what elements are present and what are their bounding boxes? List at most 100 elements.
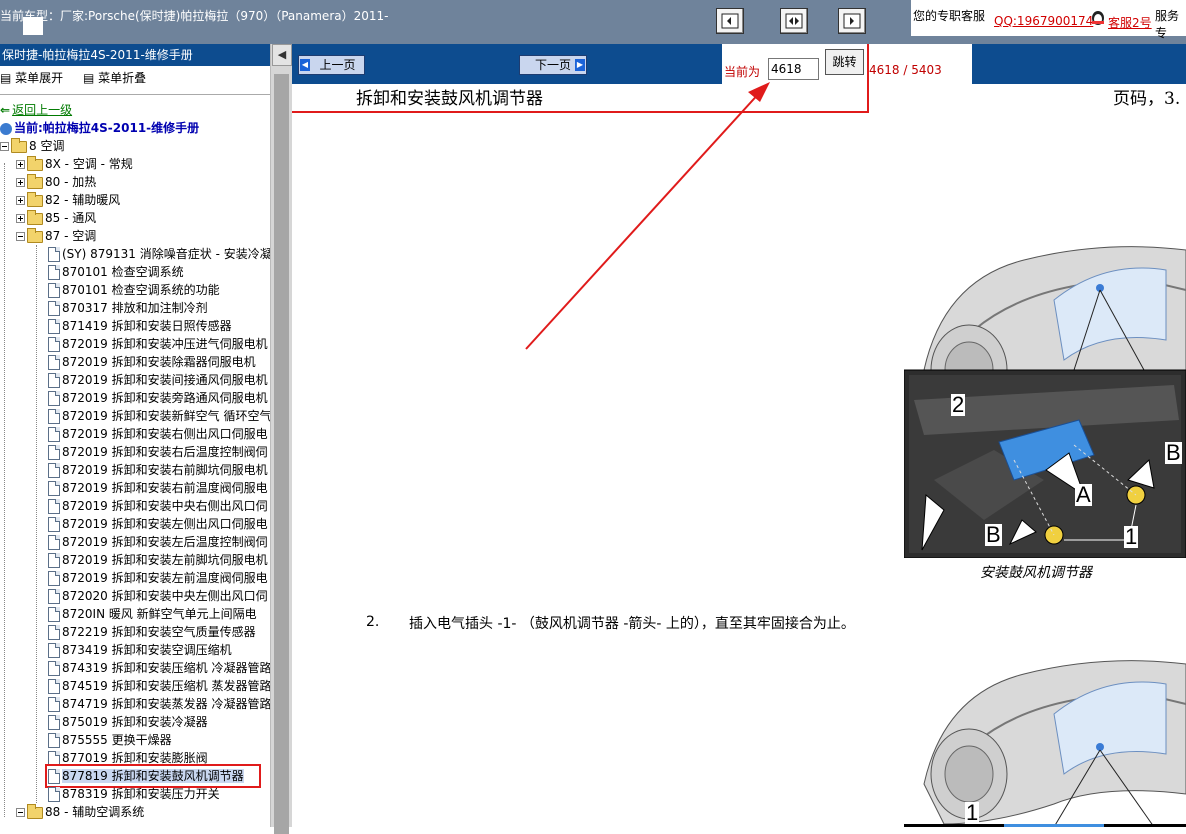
tree-group[interactable]: 8X - 空调 - 常规	[16, 155, 133, 173]
document-icon	[48, 643, 60, 658]
folder-icon	[27, 155, 43, 171]
document-icon	[48, 481, 60, 496]
tree-item-label: 874319 拆卸和安装压缩机 冷凝器管路	[62, 661, 270, 675]
tree-item[interactable]: 870317 排放和加注制冷剂	[48, 299, 208, 317]
tree-item-label: 872019 拆卸和安装新鲜空气 循环空气	[62, 409, 270, 423]
tree-item-label: 872019 拆卸和安装右侧出风口伺服电	[62, 427, 268, 441]
document-icon	[48, 787, 60, 802]
tree-item-label: 872019 拆卸和安装左前温度阀伺服电	[62, 571, 268, 585]
tree-item[interactable]: 874519 拆卸和安装压缩机 蒸发器管路	[48, 677, 270, 695]
tree-item-label: 当前:帕拉梅拉4S-2011-维修手册	[14, 121, 200, 135]
expand-icon[interactable]	[16, 178, 25, 187]
kefu-link[interactable]: 客服2号	[1108, 14, 1152, 31]
expand-icon[interactable]	[16, 214, 25, 223]
tree-item[interactable]: 871419 拆卸和安装日照传感器	[48, 317, 232, 335]
tree-item-label: 878319 拆卸和安装压力开关	[62, 787, 220, 801]
document-icon	[48, 535, 60, 550]
tree-item[interactable]: (SY) 879131 消除噪音症状 - 安装冷凝	[48, 245, 270, 263]
document-icon	[48, 463, 60, 478]
layout-left-button[interactable]	[716, 8, 744, 34]
tree-item-label: 874519 拆卸和安装压缩机 蒸发器管路	[62, 679, 270, 693]
collapse-icon[interactable]	[16, 232, 25, 241]
tree-item[interactable]: 872019 拆卸和安装左侧出风口伺服电	[48, 515, 268, 533]
current-manual-label[interactable]: 当前:帕拉梅拉4S-2011-维修手册	[0, 119, 199, 137]
tree-item[interactable]: 872019 拆卸和安装旁路通风伺服电机	[48, 389, 268, 407]
document-icon	[48, 697, 60, 712]
expand-icon[interactable]	[16, 160, 25, 169]
tree-item[interactable]: 873419 拆卸和安装空调压缩机	[48, 641, 232, 659]
tree-item-label: 872019 拆卸和安装左侧出风口伺服电	[62, 517, 268, 531]
menu-expand-button[interactable]: ▤ 菜单展开	[0, 71, 71, 85]
sidebar-scrollbar[interactable]: ◀	[270, 44, 292, 834]
tree-item[interactable]: 875555 更换干燥器	[48, 731, 172, 749]
collapse-icon[interactable]	[16, 808, 25, 817]
tree-item[interactable]: 878319 拆卸和安装压力开关	[48, 785, 220, 803]
document-icon	[48, 733, 60, 748]
folder-icon	[27, 191, 43, 207]
tree-item[interactable]: 874719 拆卸和安装蒸发器 冷凝器管路	[48, 695, 270, 713]
scroll-up-button[interactable]: ◀	[272, 44, 292, 66]
tree-group[interactable]: 87 - 空调	[16, 227, 96, 245]
folder-icon	[27, 209, 43, 225]
tree-item-label: 8720IN 暖风 新鲜空气单元上间隔电	[62, 607, 257, 621]
logo	[23, 17, 43, 35]
collapse-icon[interactable]	[0, 142, 9, 151]
tree-item[interactable]: 870101 检查空调系统	[48, 263, 184, 281]
tree-item[interactable]: 872019 拆卸和安装冲压进气伺服电机	[48, 335, 268, 353]
scrollbar-thumb[interactable]	[274, 74, 289, 834]
qq-penguin-icon	[1092, 11, 1104, 25]
folder-open-icon	[11, 137, 27, 153]
tree-item[interactable]: 8720IN 暖风 新鲜空气单元上间隔电	[48, 605, 257, 623]
tree-item[interactable]: 872019 拆卸和安装右侧出风口伺服电	[48, 425, 268, 443]
document-icon	[48, 265, 60, 280]
document-icon	[48, 715, 60, 730]
qq-link[interactable]: QQ:1967900174	[994, 14, 1093, 28]
document-icon	[48, 661, 60, 676]
tree-item[interactable]: 872019 拆卸和安装右前温度阀伺服电	[48, 479, 268, 497]
tree-item[interactable]: 874319 拆卸和安装压缩机 冷凝器管路	[48, 659, 270, 677]
back-arrow-icon: ⇐	[0, 103, 11, 117]
document-view: ◀ 上一页 下一页 ▶ 当前为 跳转 4618 / 5403 拆卸和安装鼓风机调…	[292, 44, 1186, 827]
customer-service-box: 您的专职客服 QQ:1967900174 客服2号 服务专	[911, 0, 1186, 40]
tree-item[interactable]: 875019 拆卸和安装冷凝器	[48, 713, 208, 731]
document-icon	[48, 337, 60, 352]
tree-item-label: 875555 更换干燥器	[62, 733, 172, 747]
sidebar: 保时捷-帕拉梅拉4S-2011-维修手册 ▤ 菜单展开 ▤ 菜单折叠 ⇐ 返回上一…	[0, 44, 270, 827]
tree-item[interactable]: 872019 拆卸和安装右后温度控制阀伺	[48, 443, 268, 461]
tree-item-label: 877019 拆卸和安装膨胀阀	[62, 751, 208, 765]
tree-item[interactable]: 872019 拆卸和安装中央右侧出风口伺	[48, 497, 268, 515]
vehicle-model-text: 当前车型：厂家:Porsche(保时捷)帕拉梅拉（970）（Panamera）2…	[0, 9, 389, 23]
tree-item[interactable]: 872019 拆卸和安装除霜器伺服电机	[48, 353, 256, 371]
tree-group[interactable]: 82 - 辅助暖风	[16, 191, 120, 209]
tree-item[interactable]: 872019 拆卸和安装新鲜空气 循环空气	[48, 407, 270, 425]
document-icon	[48, 409, 60, 424]
service-label: 您的专职客服	[913, 9, 986, 23]
tree-item-label: 872019 拆卸和安装旁路通风伺服电机	[62, 391, 268, 405]
tree-group[interactable]: 85 - 通风	[16, 209, 96, 227]
panel-split-icon	[785, 13, 803, 29]
tree-item[interactable]: 872219 拆卸和安装空气质量传感器	[48, 623, 256, 641]
document-icon	[48, 247, 60, 262]
tree-item-label: 872019 拆卸和安装右后温度控制阀伺	[62, 445, 268, 459]
tree-item[interactable]: 872019 拆卸和安装左后温度控制阀伺	[48, 533, 268, 551]
tree-item[interactable]: 872019 拆卸和安装间接通风伺服电机	[48, 371, 268, 389]
tree-item[interactable]: 870101 检查空调系统的功能	[48, 281, 220, 299]
menu-collapse-button[interactable]: ▤ 菜单折叠	[83, 71, 154, 85]
tree-item-label: 872019 拆卸和安装左前脚坑伺服电机	[62, 553, 268, 567]
tree-group[interactable]: 88 - 辅助空调系统	[16, 803, 144, 821]
tree-item[interactable]: 872019 拆卸和安装左前温度阀伺服电	[48, 569, 268, 587]
document-icon	[48, 679, 60, 694]
tree-item[interactable]: 872020 拆卸和安装中央左侧出风口伺	[48, 587, 268, 605]
tree-item-label: 82 - 辅助暖风	[45, 193, 121, 207]
tree-root[interactable]: 8 空调	[0, 137, 64, 155]
tree-item[interactable]: 872019 拆卸和安装左前脚坑伺服电机	[48, 551, 268, 569]
folder-icon	[27, 227, 43, 243]
back-link[interactable]: ⇐ 返回上一级	[0, 101, 72, 119]
tree-item[interactable]: 872019 拆卸和安装右前脚坑伺服电机	[48, 461, 268, 479]
expand-icon[interactable]	[16, 196, 25, 205]
layout-right-button[interactable]	[838, 8, 866, 34]
menu-ops: ▤ 菜单展开 ▤ 菜单折叠	[0, 66, 270, 90]
layout-split-button[interactable]	[780, 8, 808, 34]
tree-group[interactable]: 80 - 加热	[16, 173, 96, 191]
tree-item-label: 870101 检查空调系统的功能	[62, 283, 220, 297]
